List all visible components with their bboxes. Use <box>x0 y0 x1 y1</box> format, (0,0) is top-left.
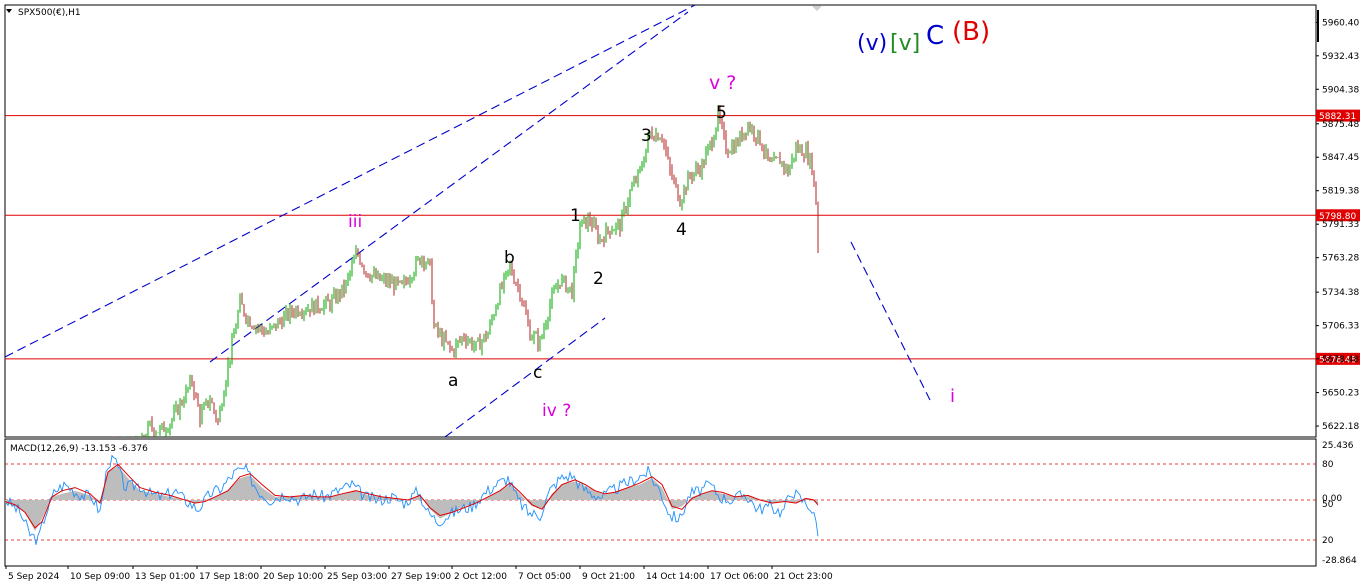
x-tick-label-1: 10 Sep 09:00 <box>70 572 130 582</box>
x-tick-label-11: 17 Oct 06:00 <box>710 572 769 582</box>
wave-label-15: (B) <box>952 17 990 47</box>
y-tick-label-8: 5734.38 <box>1322 288 1359 298</box>
y-tick-label-12: 5622.18 <box>1322 422 1359 432</box>
symbol-title: SPX500(€),H1 <box>18 8 81 18</box>
y-tick-label-9: 5706.33 <box>1322 322 1359 332</box>
x-tick-label-10: 14 Oct 14:00 <box>646 572 705 582</box>
wave-label-5: 4 <box>676 220 687 240</box>
macd-tick-label-0: 25.436 <box>1322 441 1354 451</box>
y-tick-label-1: 5932.43 <box>1322 52 1359 62</box>
macd-tick-label-5: -28.864 <box>1322 556 1357 566</box>
y-tick-label-3: 5875.48 <box>1322 120 1359 130</box>
wave-label-1: b <box>504 248 515 268</box>
y-tick-label-11: 5650.23 <box>1322 389 1359 399</box>
y-tick-label-10: 5678.48 <box>1322 355 1359 365</box>
wave-label-7: v ? <box>709 72 736 94</box>
wave-label-13: [v] <box>890 31 920 56</box>
wave-label-10: iv ? <box>542 401 571 421</box>
wave-label-8: a <box>448 371 458 391</box>
macd-tick-label-4: 20 <box>1322 536 1334 546</box>
x-tick-label-5: 25 Sep 03:00 <box>327 572 387 582</box>
x-tick-label-3: 17 Sep 18:00 <box>199 572 259 582</box>
x-tick-label-0: 5 Sep 2024 <box>8 572 60 582</box>
y-tick-label-0: 5960.40 <box>1322 18 1359 28</box>
macd-title: MACD(12,26,9) -13.153 -6.376 <box>10 444 148 454</box>
wave-label-0: iii <box>348 212 362 232</box>
y-tick-label-2: 5904.38 <box>1322 85 1359 95</box>
x-tick-label-7: 2 Oct 12:00 <box>454 572 507 582</box>
main-panel <box>4 4 1319 567</box>
y-tick-label-7: 5763.28 <box>1322 254 1359 264</box>
wave-label-4: 3 <box>641 126 652 146</box>
x-tick-label-6: 27 Sep 19:00 <box>391 572 451 582</box>
x-tick-label-12: 21 Oct 23:00 <box>774 572 833 582</box>
y-tick-label-4: 5847.45 <box>1322 153 1359 163</box>
wave-label-2: 1 <box>570 206 581 226</box>
x-tick-label-4: 20 Sep 10:00 <box>263 572 323 582</box>
wave-label-9: c <box>533 363 542 383</box>
x-tick-label-2: 13 Sep 01:00 <box>135 572 195 582</box>
y-tick-label-5: 5819.38 <box>1322 187 1359 197</box>
macd-tick-label-3: 50 <box>1322 500 1334 510</box>
x-tick-label-9: 9 Oct 21:00 <box>582 572 635 582</box>
wave-label-14: C <box>926 21 944 51</box>
wave-label-3: 2 <box>593 269 604 289</box>
wave-label-11: i <box>950 386 955 407</box>
main-frame-border <box>4 4 1317 438</box>
wave-label-12: (v) <box>857 31 887 56</box>
chart-canvas: 5882.315798.805678.48 iiib12345v ?a civ ?… <box>4 4 1360 582</box>
macd-tick-label-1: 80 <box>1322 460 1334 470</box>
y-tick-label-6: 5791.33 <box>1322 220 1359 230</box>
wave-label-6: 5 <box>716 103 727 123</box>
x-tick-label-8: 7 Oct 05:00 <box>518 572 571 582</box>
